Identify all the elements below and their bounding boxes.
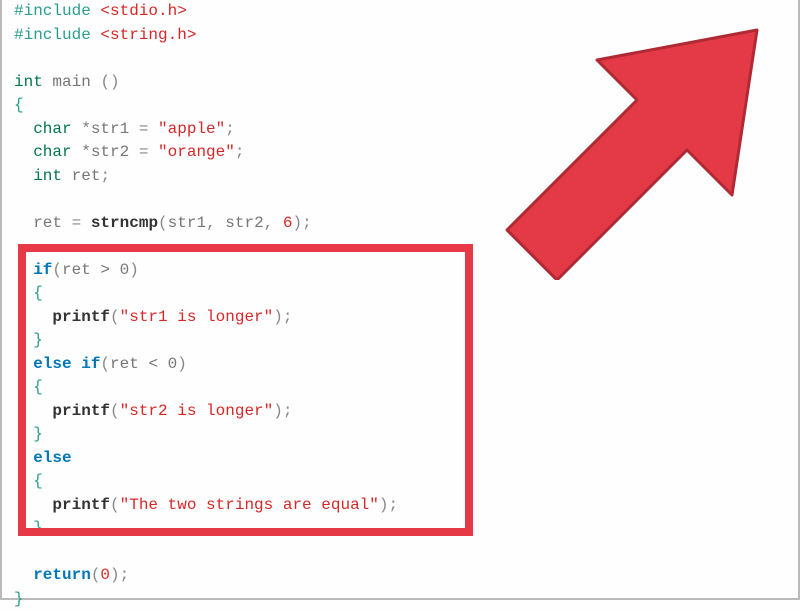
keyword-type: int	[14, 73, 43, 91]
preproc-directive: #include	[14, 26, 91, 44]
include-header: <stdio.h>	[100, 2, 186, 20]
string-literal: "orange"	[158, 143, 235, 161]
preproc-directive: #include	[14, 2, 91, 20]
condition: ret > 0	[62, 261, 129, 279]
keyword-control: if	[81, 355, 100, 373]
identifier: ret	[33, 214, 62, 232]
keyword-type: int	[33, 167, 62, 185]
keyword-control: if	[33, 261, 52, 279]
keyword-type: char	[33, 120, 71, 138]
paren: ()	[100, 73, 119, 91]
identifier: *str2	[81, 143, 129, 161]
function-call: printf	[52, 496, 110, 514]
keyword-control: return	[33, 566, 91, 584]
function-call: printf	[52, 402, 110, 420]
string-literal: "The two strings are equal"	[120, 496, 379, 514]
keyword-control: else	[33, 449, 71, 467]
string-literal: "str2 is longer"	[120, 402, 274, 420]
function-name: main	[52, 73, 90, 91]
string-literal: "apple"	[158, 120, 225, 138]
number-literal: 0	[100, 566, 110, 584]
condition: ret < 0	[110, 355, 177, 373]
identifier: *str1	[81, 120, 129, 138]
keyword-control: else	[33, 355, 71, 373]
string-literal: "str1 is longer"	[120, 308, 274, 326]
identifier: ret	[72, 167, 101, 185]
code-block: #include <stdio.h> #include <string.h> i…	[2, 0, 798, 611]
brace: {	[14, 96, 24, 114]
include-header: <string.h>	[100, 26, 196, 44]
keyword-type: char	[33, 143, 71, 161]
function-call: strncmp	[91, 214, 158, 232]
function-call: printf	[52, 308, 110, 326]
